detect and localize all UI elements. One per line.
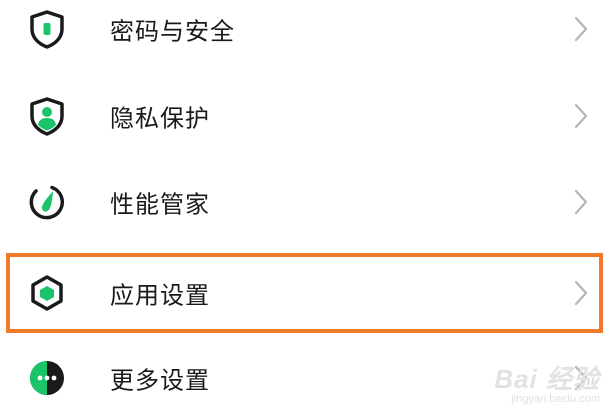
settings-item-label: 更多设置	[110, 366, 210, 395]
chevron-right-icon	[574, 280, 588, 306]
settings-item-label: 性能管家	[110, 190, 210, 219]
chevron-right-icon	[574, 189, 588, 215]
settings-item-label: 密码与安全	[110, 17, 235, 46]
shield-lock-icon	[26, 8, 68, 50]
settings-item-app-settings[interactable]: 应用设置	[0, 250, 610, 336]
more-dots-icon	[26, 357, 68, 399]
watermark-logo: Bai 经验	[494, 364, 600, 394]
performance-gauge-icon	[26, 181, 68, 223]
chevron-right-icon	[574, 16, 588, 42]
privacy-shield-icon	[26, 95, 68, 137]
watermark-url: jingyan.baidu.com	[511, 393, 600, 405]
settings-item-password-security[interactable]: 密码与安全	[0, 0, 610, 72]
app-hexagon-icon	[26, 272, 68, 314]
settings-item-label: 隐私保护	[110, 104, 210, 133]
settings-item-performance[interactable]: 性能管家	[0, 159, 610, 245]
baidu-jingyan-watermark: Bai 经验 jingyan.baidu.com	[494, 365, 600, 405]
settings-list: 密码与安全 隐私保护 性能管家 应用设置 更多设置 Bai 经验 jingyan…	[0, 0, 610, 409]
settings-item-privacy[interactable]: 隐私保护	[0, 73, 610, 159]
settings-item-label: 应用设置	[110, 281, 210, 310]
chevron-right-icon	[574, 103, 588, 129]
